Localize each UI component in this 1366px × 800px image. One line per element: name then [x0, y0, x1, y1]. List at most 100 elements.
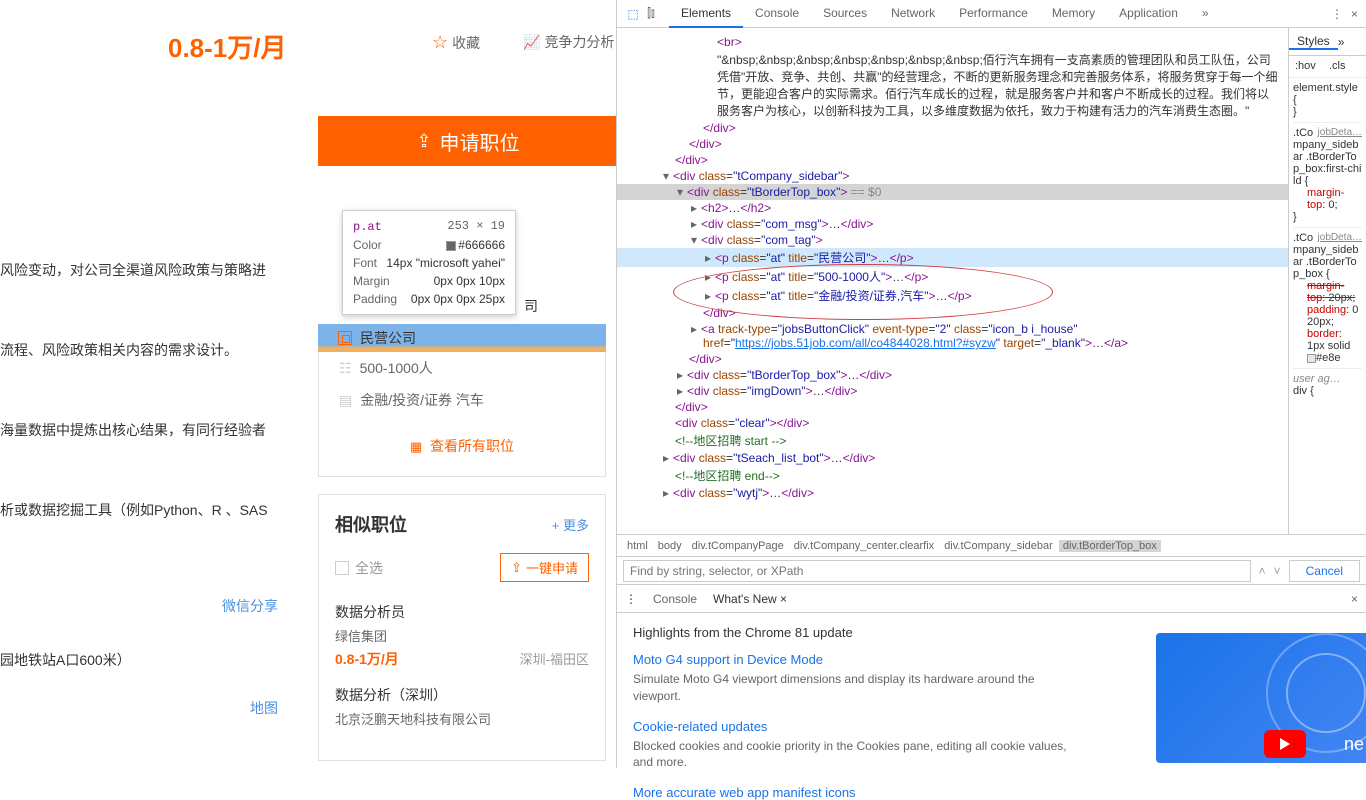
job-salary: 0.8-1万/月 [335, 649, 399, 669]
tab-application[interactable]: Application [1107, 0, 1190, 28]
dom-text-node[interactable]: "&nbsp;&nbsp;&nbsp;&nbsp;&nbsp;&nbsp;&nb… [617, 50, 1288, 120]
tooltip-value: 14px "microsoft yahei" [386, 256, 505, 270]
tab-console[interactable]: Console [743, 0, 811, 28]
css-rule[interactable]: element.style { [1293, 82, 1362, 106]
breadcrumb-item[interactable]: div.tCompany_sidebar [940, 540, 1057, 552]
job-item[interactable]: 数据分析员 绿信集团 0.8-1万/月 深圳-福田区 [335, 602, 589, 669]
device-icon[interactable]: ⫿⫾ [643, 6, 659, 22]
dom-breadcrumb[interactable]: html body div.tCompanyPage div.tCompany_… [617, 534, 1366, 556]
drawer-menu-icon[interactable]: ⋮ [625, 592, 637, 606]
breadcrumb-item[interactable]: div.tCompany_center.clearfix [790, 540, 938, 552]
list-icon: ▦ [410, 439, 422, 454]
job-title: 数据分析（深圳） [335, 685, 589, 705]
desc-line: 海量数据中提炼出核心结果，有同行经验者 [0, 420, 290, 440]
job-title: 数据分析员 [335, 602, 589, 622]
tab-more[interactable]: » [1190, 0, 1221, 28]
breadcrumb-item[interactable]: body [654, 540, 686, 552]
compete-label: 竞争力分析 [544, 34, 614, 50]
select-all[interactable]: 全选 [335, 558, 383, 578]
map-link[interactable]: 地图 [250, 698, 278, 718]
tab-memory[interactable]: Memory [1040, 0, 1107, 28]
tab-sources[interactable]: Sources [811, 0, 879, 28]
news-item[interactable]: More accurate web app manifest icons [633, 785, 1350, 800]
upload-icon: ⇪ [416, 131, 431, 152]
find-next-icon[interactable]: ˅ [1274, 564, 1281, 578]
highlighted-dom-node[interactable]: ▸<p class="at" title="民营公司">…</p> [617, 248, 1288, 267]
job-company: 绿信集团 [335, 626, 589, 645]
breadcrumb-item[interactable]: html [623, 540, 652, 552]
building-icon [338, 331, 352, 345]
selected-dom-node[interactable]: ⋯▾<div class="tBorderTop_box"> == $0 [617, 184, 1288, 200]
news-desc: Simulate Moto G4 viewport dimensions and… [633, 671, 1073, 705]
close-icon[interactable]: × [1351, 7, 1358, 21]
promo-banner[interactable]: ne [1156, 633, 1366, 763]
company-sidebar: 民营公司 ☷ 500-1000人 ▤ 金融/投资/证券 汽车 ▦ 查看所有职位 [318, 324, 606, 477]
job-company: 北京泛鹏天地科技有限公司 [335, 709, 589, 728]
star-icon: ☆ [432, 32, 448, 52]
more-link[interactable]: + 更多 [552, 515, 589, 534]
close-tab-icon[interactable]: × [780, 592, 787, 606]
tooltip-value: 0px 0px 0px 25px [411, 292, 505, 306]
hov-toggle[interactable]: :hov [1295, 60, 1316, 72]
dom-tree[interactable]: <br> "&nbsp;&nbsp;&nbsp;&nbsp;&nbsp;&nbs… [617, 28, 1288, 534]
tab-styles[interactable]: Styles [1289, 34, 1338, 50]
company-size: 500-1000人 [360, 358, 433, 378]
job-description: 风险变动，对公司全渠道风险政策与策略进 流程、风险政策相关内容的需求设计。 海量… [0, 200, 290, 730]
tab-network[interactable]: Network [879, 0, 947, 28]
tooltip-label: Padding [353, 292, 397, 306]
tooltip-dimensions: 253 × 19 [447, 219, 505, 233]
styles-more-icon[interactable]: » [1338, 35, 1345, 49]
drawer-tab-whatsnew[interactable]: What's New × [713, 592, 787, 606]
apply-button[interactable]: ⇪ 申请职位 [318, 116, 616, 166]
breadcrumb-item[interactable]: div.tBorderTop_box [1059, 540, 1161, 552]
company-type-row: 民营公司 [318, 324, 606, 352]
desc-line: 风险变动，对公司全渠道风险政策与策略进 [0, 260, 290, 280]
tag-icon: ▤ [339, 392, 352, 409]
styles-panel: Styles » :hov .cls element.style { } job… [1288, 28, 1366, 534]
company-type: 民营公司 [360, 328, 416, 348]
tooltip-selector: p.at [353, 220, 382, 234]
breadcrumb-item[interactable]: div.tCompanyPage [688, 540, 788, 552]
upload-icon: ⇪ [511, 560, 522, 576]
tab-elements[interactable]: Elements [669, 0, 743, 28]
job-location: 深圳-福田区 [520, 649, 589, 669]
view-all-jobs[interactable]: ▦ 查看所有职位 [319, 416, 605, 476]
cls-toggle[interactable]: .cls [1329, 60, 1346, 72]
news-desc: Blocked cookies and cookie priority in t… [633, 738, 1073, 772]
drawer-tab-console[interactable]: Console [653, 592, 697, 606]
color-swatch-icon [446, 241, 456, 251]
news-title: More accurate web app manifest icons [633, 785, 1350, 800]
find-prev-icon[interactable]: ˄ [1259, 564, 1266, 578]
company-name-suffix: 司 [524, 296, 608, 316]
salary-text: 0.8-1万/月 [168, 28, 287, 65]
view-all-label: 查看所有职位 [430, 438, 514, 454]
tooltip-value: #666666 [458, 238, 505, 252]
css-selector: div { [1293, 385, 1362, 397]
quick-apply-button[interactable]: ⇪ 一键申请 [500, 553, 589, 582]
menu-icon[interactable]: ⋮ [1331, 7, 1343, 21]
checkbox-icon[interactable] [335, 561, 349, 575]
drawer-panel: ⋮ Console What's New × × Highlights from… [617, 584, 1366, 768]
chart-icon: 📈 [523, 34, 540, 50]
tooltip-value: 0px 0px 10px [434, 274, 505, 288]
find-input[interactable] [623, 560, 1251, 582]
devtools-panel: ⬚ ⫿⫾ Elements Console Sources Network Pe… [616, 0, 1366, 768]
favorite-label: 收藏 [452, 35, 480, 51]
tooltip-label: Margin [353, 274, 390, 288]
devtools-toolbar: ⬚ ⫿⫾ Elements Console Sources Network Pe… [617, 0, 1366, 28]
color-swatch-icon[interactable] [1307, 354, 1316, 363]
tooltip-label: Font [353, 256, 377, 270]
apply-label: 申请职位 [440, 127, 520, 156]
job-item[interactable]: 数据分析（深圳） 北京泛鹏天地科技有限公司 [335, 685, 589, 728]
inspect-icon[interactable]: ⬚ [625, 6, 641, 22]
favorite-link[interactable]: ☆收藏 [432, 32, 480, 53]
tab-performance[interactable]: Performance [947, 0, 1040, 28]
css-source-link[interactable]: jobDeta… [1318, 232, 1362, 243]
similar-title: 相似职位 [335, 511, 407, 537]
css-source-link[interactable]: jobDeta… [1318, 127, 1362, 138]
desc-line: 流程、风险政策相关内容的需求设计。 [0, 340, 290, 360]
compete-link[interactable]: 📈竞争力分析 [523, 32, 614, 52]
cancel-button[interactable]: Cancel [1289, 560, 1360, 582]
select-all-label: 全选 [355, 558, 383, 578]
drawer-close-icon[interactable]: × [1351, 592, 1358, 606]
